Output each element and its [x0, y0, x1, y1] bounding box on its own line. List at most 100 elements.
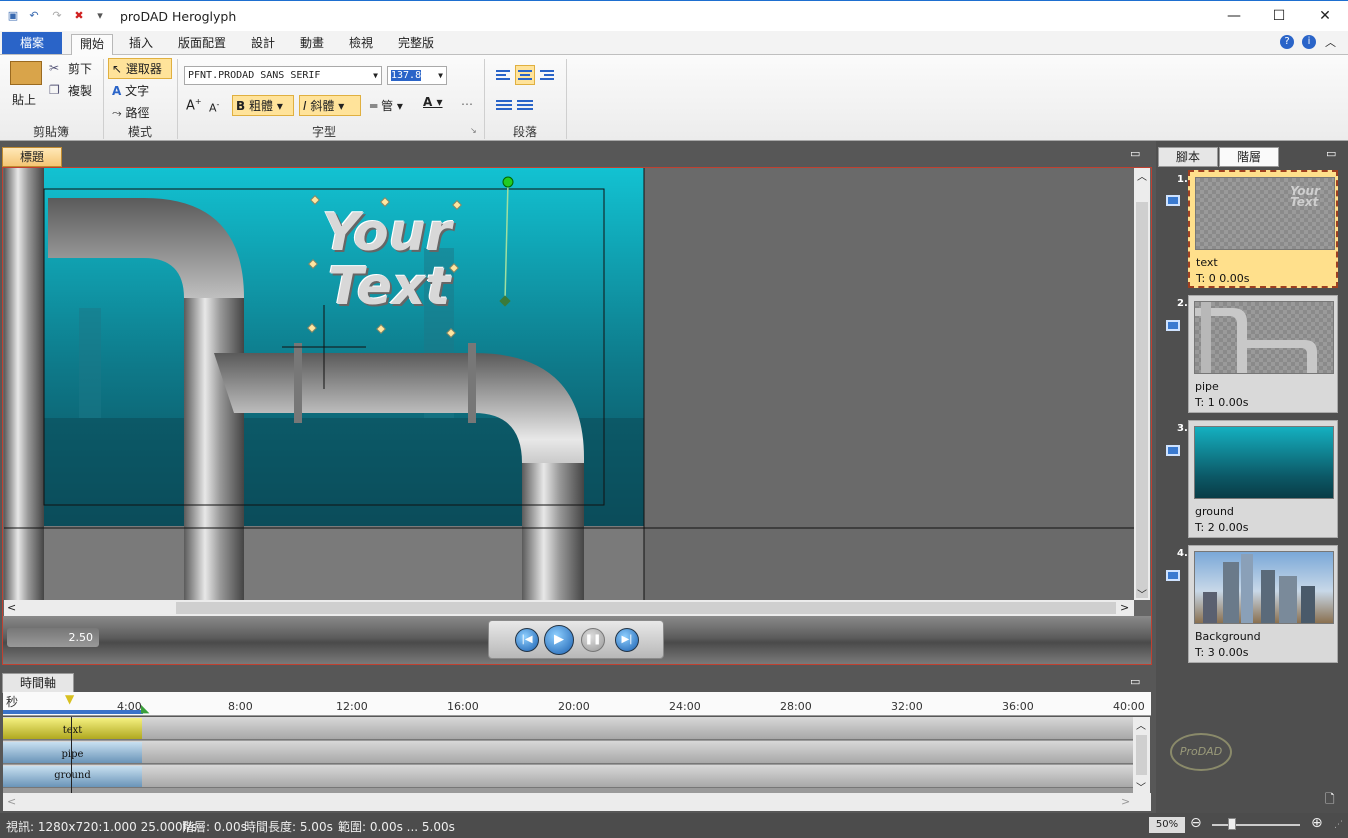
tab-design[interactable]: 設計 [244, 34, 282, 55]
add-layer-icon[interactable]: 🗋 [1325, 790, 1335, 811]
align-center-icon[interactable] [515, 65, 535, 85]
scroll-right-icon[interactable]: > [1121, 795, 1130, 808]
justify-icon[interactable] [496, 98, 512, 112]
tab-layers[interactable]: 階層 [1219, 147, 1279, 167]
collapse-ribbon-icon[interactable]: ︿ [1325, 34, 1336, 50]
monitor-icon[interactable] [1166, 320, 1180, 331]
layer-item-ground[interactable]: ground T: 2 0.00s [1188, 420, 1338, 538]
scroll-thumb[interactable] [1136, 735, 1147, 775]
layer-item-text[interactable]: Your Text text T: 0 0.00s [1188, 170, 1338, 288]
preview-horizontal-scrollbar[interactable]: < > [4, 600, 1134, 616]
rotation-handle[interactable] [502, 176, 514, 188]
monitor-icon[interactable] [1166, 195, 1180, 206]
outline-button[interactable]: ═ 管 ▾ [370, 97, 403, 114]
justify-all-icon[interactable] [517, 98, 533, 112]
undo-icon[interactable]: ↶ [27, 9, 41, 23]
tab-script[interactable]: 腳本 [1158, 147, 1218, 167]
help-icon[interactable]: ? [1280, 35, 1294, 49]
layer-item-pipe[interactable]: pipe T: 1 0.00s [1188, 295, 1338, 413]
zoom-in-icon[interactable]: ⊕ [1311, 815, 1323, 831]
maximize-panel-icon[interactable]: ▭ [1130, 147, 1140, 160]
go-to-start-icon[interactable]: |◀ [515, 628, 539, 652]
preview-vertical-scrollbar[interactable]: ︿ ﹀ [1134, 168, 1150, 601]
scroll-up-icon[interactable]: ︿ [1136, 717, 1146, 732]
align-left-icon[interactable] [496, 68, 512, 82]
clip-text[interactable]: text [3, 718, 142, 739]
tab-title[interactable]: 標題 [2, 147, 62, 167]
timeline-horizontal-scrollbar[interactable]: < > [3, 793, 1151, 811]
close-button[interactable]: ✕ [1302, 1, 1348, 31]
minimize-button[interactable]: — [1211, 1, 1257, 31]
end-marker-icon[interactable]: ◣ [141, 702, 149, 715]
zoom-out-icon[interactable]: ⊖ [1190, 815, 1202, 831]
bold-button[interactable]: B 粗體 ▾ [232, 95, 294, 116]
paste-icon[interactable] [10, 61, 42, 85]
scroll-right-icon[interactable]: > [1120, 601, 1129, 614]
font-size-select[interactable]: 137.8 ▼ [387, 66, 447, 85]
playhead-marker-icon[interactable]: ▼ [65, 692, 74, 706]
zoom-slider[interactable] [1212, 824, 1300, 826]
tab-animation[interactable]: 動畫 [292, 34, 332, 55]
track-row[interactable]: pipe [3, 741, 1133, 764]
copy-button[interactable]: 複製 [68, 82, 92, 99]
decrease-font-size-icon[interactable]: A- [209, 100, 219, 115]
monitor-icon[interactable] [1166, 570, 1180, 581]
customize-quick-access-icon[interactable]: ▾ [93, 9, 107, 23]
paste-button[interactable]: 貼上 [12, 91, 36, 108]
font-color-icon[interactable]: A ▾ [423, 95, 443, 109]
maximize-button[interactable]: ☐ [1256, 1, 1302, 31]
tab-home[interactable]: 開始 [71, 34, 113, 55]
time-position-field[interactable]: 2.50 [7, 628, 99, 647]
text-mode-button[interactable]: A 文字 [112, 82, 149, 99]
font-family-select[interactable]: PFNT.PRODAD SANS SERIF ▼ [184, 66, 382, 85]
resize-grip-icon[interactable]: ⋰ [1334, 820, 1343, 830]
preview-stage[interactable]: Your Text [4, 168, 1134, 600]
go-to-end-icon[interactable]: ▶| [615, 628, 639, 652]
timeline-ruler[interactable]: 秒 4:00 8:00 12:00 16:00 20:00 24:00 28:0… [3, 692, 1151, 716]
path-mode-button[interactable]: ⤳ 路徑 [112, 104, 149, 121]
scroll-thumb[interactable] [1136, 202, 1148, 598]
track-row[interactable]: text [3, 717, 1133, 740]
scroll-down-icon[interactable]: ﹀ [1136, 779, 1146, 794]
layer-item-background[interactable]: Background T: 3 0.00s [1188, 545, 1338, 663]
save-icon[interactable]: ▣ [6, 9, 20, 23]
monitor-icon[interactable] [1166, 445, 1180, 456]
tab-layout[interactable]: 版面配置 [170, 34, 234, 55]
redo-icon[interactable]: ↷ [50, 9, 64, 23]
city-thumbnail-graphic [1203, 554, 1315, 623]
pause-icon[interactable]: ❚❚ [581, 628, 605, 652]
play-icon[interactable]: ▶ [544, 625, 574, 655]
zoom-level-field[interactable]: 50% [1149, 817, 1185, 833]
font-dialog-launcher-icon[interactable]: ↘ [470, 126, 477, 135]
sample-text[interactable]: Your Text [322, 206, 482, 314]
increase-font-size-icon[interactable]: A+ [186, 97, 202, 113]
tab-timeline[interactable]: 時間軸 [2, 673, 74, 693]
scroll-up-icon[interactable]: ︿ [1137, 168, 1147, 183]
more-options-icon[interactable]: ⋯ [461, 97, 473, 111]
tab-insert[interactable]: 插入 [122, 34, 160, 55]
file-tab[interactable]: 檔案 [2, 32, 62, 54]
zoom-slider-thumb[interactable] [1228, 818, 1236, 830]
delete-icon[interactable]: ✖ [72, 9, 86, 23]
scroll-down-icon[interactable]: ﹀ [1137, 586, 1147, 601]
clip-ground[interactable]: ground [3, 766, 142, 787]
info-icon[interactable]: i [1302, 35, 1316, 49]
timeline-vertical-scrollbar[interactable]: ︿ ﹀ [1133, 717, 1150, 794]
outline-icon: ═ [370, 99, 378, 113]
scroll-left-icon[interactable]: < [7, 795, 16, 808]
selector-button[interactable]: ↖ 選取器 [108, 58, 172, 79]
clip-label: pipe [61, 749, 84, 760]
cut-button[interactable]: 剪下 [68, 60, 92, 77]
layer-thumbnail [1194, 301, 1334, 374]
clip-pipe[interactable]: pipe [3, 742, 142, 763]
tab-full-version[interactable]: 完整版 [390, 34, 442, 55]
scroll-left-icon[interactable]: < [7, 601, 16, 614]
font-group-label: 字型 [311, 125, 336, 139]
tab-view[interactable]: 檢視 [341, 34, 381, 55]
scroll-thumb[interactable] [176, 602, 1116, 614]
maximize-layers-icon[interactable]: ▭ [1326, 147, 1336, 160]
maximize-timeline-icon[interactable]: ▭ [1130, 675, 1140, 688]
track-row[interactable]: ground [3, 765, 1133, 788]
italic-button[interactable]: I 斜體 ▾ [299, 95, 361, 116]
align-right-icon[interactable] [540, 68, 556, 82]
